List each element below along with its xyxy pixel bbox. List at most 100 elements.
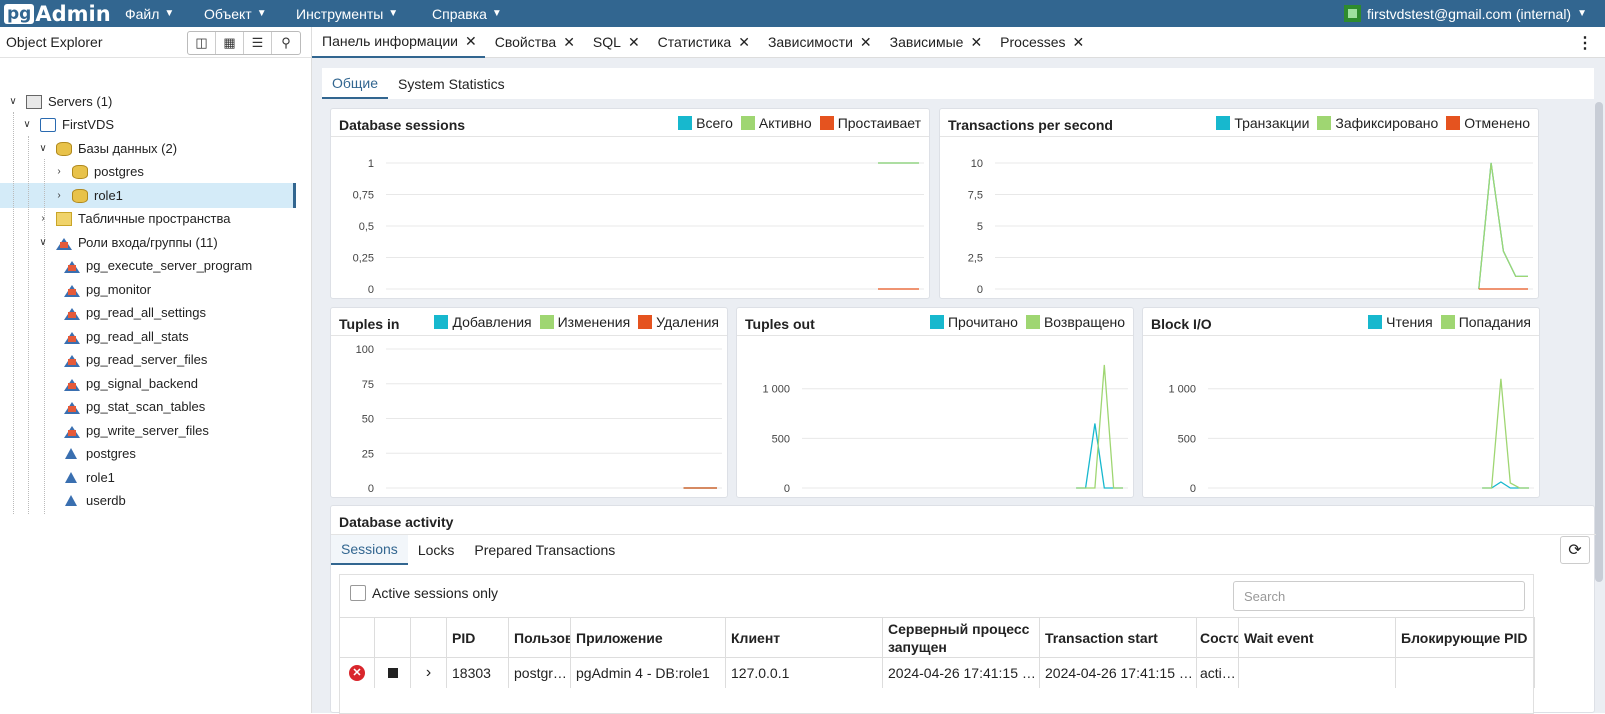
legend-swatch xyxy=(1440,315,1455,329)
tab-sessions[interactable]: Sessions xyxy=(331,534,408,565)
databases-icon xyxy=(56,141,72,156)
chevron-right-icon[interactable]: › xyxy=(52,166,66,177)
tree-item-label: postgres xyxy=(94,164,144,179)
tab-properties[interactable]: Свойства ✕ xyxy=(485,27,583,58)
search-icon[interactable]: ⚲ xyxy=(272,32,300,54)
tab-sql[interactable]: SQL ✕ xyxy=(583,27,648,58)
close-icon[interactable]: ✕ xyxy=(563,34,575,51)
y-tick-label: 0 xyxy=(368,284,374,296)
refresh-button[interactable]: ⟳ xyxy=(1560,536,1590,564)
tree-item-servers[interactable]: ∨ Servers (1) xyxy=(6,90,112,113)
menu-tools[interactable]: Инструменты ▼ xyxy=(296,0,398,27)
tab-dashboard[interactable]: Панель информации ✕ xyxy=(312,27,485,58)
tab-statistics[interactable]: Статистика ✕ xyxy=(648,27,758,58)
header-cell[interactable]: Клиент xyxy=(726,618,883,657)
close-icon[interactable]: ✕ xyxy=(465,33,477,50)
vertical-scrollbar[interactable] xyxy=(1595,102,1603,582)
subtab-system-statistics[interactable]: System Statistics xyxy=(388,68,515,99)
tree-item-role[interactable]: pg_execute_server_program xyxy=(64,254,252,277)
tree-item-role[interactable]: pg_monitor xyxy=(64,278,151,301)
menu-object[interactable]: Объект ▼ xyxy=(204,0,267,27)
cell-wait-event xyxy=(1239,658,1396,688)
tab-dependents[interactable]: Зависимые ✕ xyxy=(880,27,991,58)
header-cell[interactable]: Transaction start xyxy=(1040,618,1197,657)
chevron-down-icon[interactable]: ∨ xyxy=(36,237,50,248)
terminate-session-icon[interactable]: ✕ xyxy=(340,658,375,688)
header-cell[interactable]: Блокирующие PID xyxy=(1396,618,1535,657)
tree-item-role[interactable]: pg_read_all_settings xyxy=(64,301,206,324)
y-tick-label: 500 xyxy=(772,433,790,445)
close-icon[interactable]: ✕ xyxy=(970,34,982,51)
legend-swatch xyxy=(1368,315,1383,329)
view-data-icon[interactable]: ▦ xyxy=(216,32,244,54)
query-tool-icon[interactable]: ◫ xyxy=(188,32,216,54)
tree-item-role[interactable]: pg_write_server_files xyxy=(64,419,209,442)
chevron-down-icon[interactable]: ∨ xyxy=(36,143,50,154)
header-cell[interactable]: Wait event xyxy=(1239,618,1396,657)
tree-item-db-role1[interactable]: › role1 xyxy=(52,184,123,207)
y-tick-label: 75 xyxy=(362,379,374,391)
menu-file[interactable]: Файл ▼ xyxy=(125,0,174,27)
tree-item-role[interactable]: pg_stat_scan_tables xyxy=(64,395,205,418)
tab-label: Зависимости xyxy=(767,34,853,50)
menu-help[interactable]: Справка ▼ xyxy=(432,0,502,27)
dashboard-content: Общие System Statistics Database session… xyxy=(312,58,1605,714)
user-avatar-icon xyxy=(1344,5,1362,22)
cell-blocking-pids xyxy=(1396,658,1535,688)
tree-item-server[interactable]: ∨ FirstVDS xyxy=(20,113,114,136)
dashboard-subtabs: Общие System Statistics xyxy=(322,68,1594,99)
legend-label: Зафиксировано xyxy=(1335,115,1439,131)
tree-item-role[interactable]: userdb xyxy=(64,489,126,512)
tree-item-label: FirstVDS xyxy=(62,117,114,132)
subtab-general[interactable]: Общие xyxy=(322,68,389,99)
header-cell[interactable]: PID xyxy=(447,618,509,657)
search-input[interactable]: Search xyxy=(1233,581,1525,611)
close-icon[interactable]: ✕ xyxy=(738,34,750,51)
group-role-icon xyxy=(64,424,80,438)
tab-prepared-transactions[interactable]: Prepared Transactions xyxy=(464,535,625,565)
tree-item-label: pg_write_server_files xyxy=(86,423,209,438)
tree-item-role[interactable]: pg_read_all_stats xyxy=(64,325,189,348)
cancel-query-icon[interactable] xyxy=(375,658,411,688)
y-tick-label: 0 xyxy=(368,483,374,495)
filter-rows-icon[interactable]: ☰ xyxy=(244,32,272,54)
tab-dependencies[interactable]: Зависимости ✕ xyxy=(758,27,880,58)
logo-pg: pg xyxy=(4,3,35,24)
header-cell[interactable]: Серверный процесс запущен xyxy=(883,618,1040,657)
explorer-toolbar: ◫ ▦ ☰ ⚲ xyxy=(187,31,301,55)
header-cell[interactable]: Приложение xyxy=(571,618,726,657)
chevron-down-icon: ▼ xyxy=(164,8,175,19)
tree-item-role[interactable]: role1 xyxy=(64,466,115,489)
tree-item-databases[interactable]: ∨ Базы данных (2) xyxy=(36,137,177,160)
chevron-down-icon[interactable]: ∨ xyxy=(6,96,20,107)
tree-item-tablespaces[interactable]: › Табличные пространства xyxy=(36,207,230,230)
header-cell[interactable]: Пользов xyxy=(509,618,571,657)
chevron-right-icon[interactable]: › xyxy=(52,190,66,201)
checkbox-box[interactable] xyxy=(350,585,366,601)
table-row[interactable]: ✕ › 18303 postgr… pgAdmin 4 - DB:role1 1… xyxy=(340,658,1535,688)
chevron-right-icon[interactable]: › xyxy=(36,213,50,224)
user-menu[interactable]: firstvdstest@gmail.com (internal) ▼ xyxy=(1344,0,1587,27)
tree-item-roles[interactable]: ∨ Роли входа/группы (11) xyxy=(36,231,217,254)
more-options-icon[interactable]: ⋮ xyxy=(1577,33,1593,53)
tree-item-role[interactable]: pg_read_server_files xyxy=(64,348,207,371)
active-sessions-checkbox[interactable]: Active sessions only xyxy=(350,585,498,601)
close-icon[interactable]: ✕ xyxy=(1073,34,1085,51)
tree-item-role[interactable]: postgres xyxy=(64,442,136,465)
close-icon[interactable]: ✕ xyxy=(860,34,872,51)
tree-item-db-postgres[interactable]: › postgres xyxy=(52,160,144,183)
tab-locks[interactable]: Locks xyxy=(408,535,465,565)
header-cell[interactable]: Состо xyxy=(1197,618,1239,657)
tree-item-label: role1 xyxy=(94,188,123,203)
panel-tuples-out: Tuples out Прочитано Возвращено 1 000 500… xyxy=(736,307,1134,498)
elephant-icon xyxy=(40,117,56,132)
tab-label: Processes xyxy=(1000,34,1066,50)
chevron-down-icon[interactable]: ∨ xyxy=(20,119,34,130)
tree-item-role[interactable]: pg_signal_backend xyxy=(64,372,198,395)
legend-swatch xyxy=(929,315,944,329)
group-role-icon xyxy=(64,283,80,297)
y-tick-label: 0 xyxy=(784,483,790,495)
tab-processes[interactable]: Processes ✕ xyxy=(990,27,1092,58)
close-icon[interactable]: ✕ xyxy=(628,34,640,51)
expand-row-icon[interactable]: › xyxy=(411,658,447,688)
